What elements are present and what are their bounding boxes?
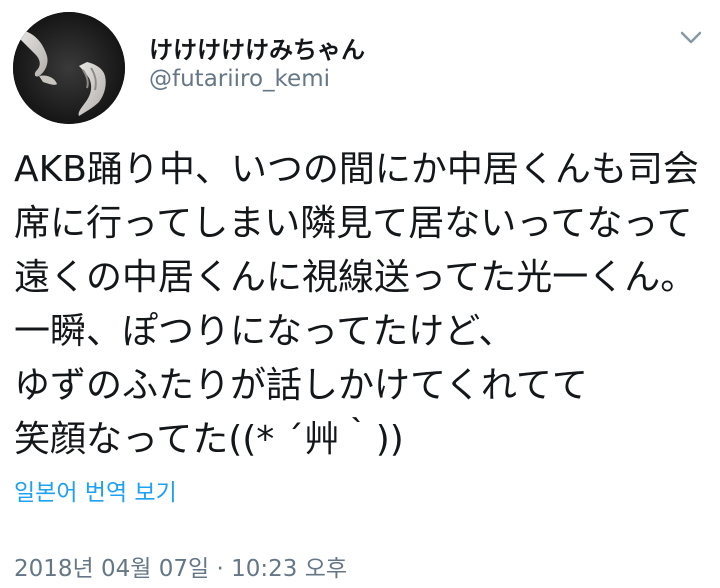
avatar-hands-photo — [13, 12, 125, 124]
tweet-timestamp[interactable]: 2018년 04월 07일 · 10:23 오후 — [14, 549, 347, 583]
tweet-text-line: AKB踊り中、いつの間にか中居くんも司会 — [14, 149, 699, 190]
translate-link[interactable]: 일본어 번역 보기 — [14, 473, 177, 507]
avatar[interactable] — [13, 12, 125, 124]
display-name[interactable]: けけけけけみちゃん — [149, 30, 365, 65]
tweet-text-line: 笑顔なってた((* ´艸｀)) — [14, 419, 404, 460]
user-handle[interactable]: @futariiro_kemi — [149, 66, 330, 92]
tweet-text-line: ゆずのふたりが話しかけてくれてて — [14, 365, 588, 406]
tweet-text-line: 一瞬、ぽつりになってたけど、 — [14, 311, 515, 352]
tweet-text: AKB踊り中、いつの間にか中居くんも司会 席に行ってしまい隣見て居ないってなって… — [14, 143, 714, 467]
tweet-card: けけけけけみちゃん @futariiro_kemi AKB踊り中、いつの間にか中… — [0, 0, 720, 588]
tweet-text-line: 遠くの中居くんに視線送ってた光一くん。 — [14, 257, 697, 298]
tweet-text-line: 席に行ってしまい隣見て居ないってなって — [14, 203, 693, 244]
chevron-down-icon[interactable] — [676, 26, 706, 50]
